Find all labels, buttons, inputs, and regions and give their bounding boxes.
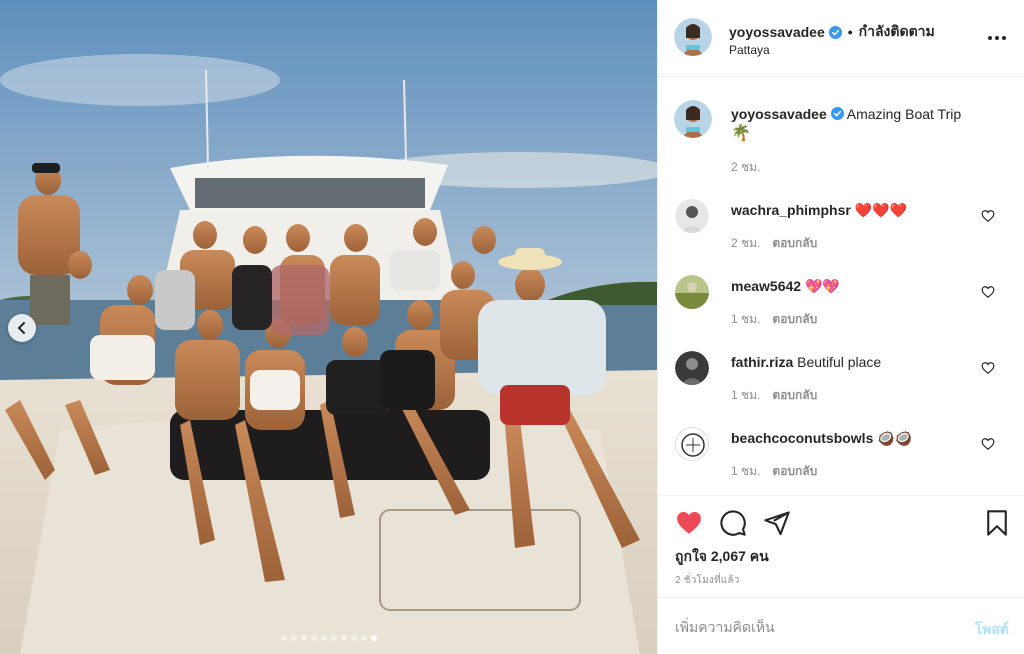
- post-sidebar: yoyossavadee • กำลังติดตาม Pattaya yoyos…: [657, 0, 1024, 654]
- post-photo[interactable]: [0, 0, 657, 654]
- commenter-avatar[interactable]: [675, 351, 709, 385]
- comment-text: meaw5642 💖💖: [731, 277, 840, 295]
- ellipsis-icon: [988, 36, 992, 40]
- carousel-dot: [300, 635, 307, 641]
- comment-username[interactable]: meaw5642: [731, 278, 801, 294]
- author-avatar-small[interactable]: [674, 100, 712, 138]
- caption-body: Amazing Boat Trip: [846, 106, 962, 122]
- carousel-dot: [320, 635, 327, 641]
- comment-time[interactable]: 2 ชม.: [731, 234, 760, 253]
- comment-username[interactable]: wachra_phimphsr: [731, 202, 851, 218]
- comment-input[interactable]: [675, 616, 945, 638]
- comment-composer: โพสต์: [658, 597, 1024, 654]
- boat-group-photo: [0, 0, 657, 654]
- author-username[interactable]: yoyossavadee: [729, 24, 825, 40]
- comment-text: beachcoconutsbowls 🥥🥥: [731, 429, 912, 447]
- carousel-dot: [330, 635, 337, 641]
- comment-row: beachcoconutsbowls 🥥🥥 1 ชม. ตอบกลับ: [658, 425, 1024, 485]
- post-location[interactable]: Pattaya: [729, 43, 770, 57]
- reply-button[interactable]: ตอบกลับ: [772, 234, 817, 253]
- comment-time[interactable]: 1 ชม.: [731, 310, 760, 329]
- comment-body: 🥥🥥: [877, 430, 913, 446]
- comment-text: fathir.riza Beutiful place: [731, 353, 881, 371]
- reply-button[interactable]: ตอบกลับ: [772, 310, 817, 329]
- comment-time[interactable]: 1 ชม.: [731, 386, 760, 405]
- comment-meta: 1 ชม. ตอบกลับ: [731, 310, 817, 329]
- speech-bubble-icon[interactable]: [719, 509, 747, 537]
- likes-count[interactable]: ถูกใจ 2,067 คน: [675, 546, 769, 568]
- carousel-dot: [360, 635, 367, 641]
- more-options-button[interactable]: [988, 30, 1008, 46]
- comment-meta: 2 ชม. ตอบกลับ: [731, 234, 817, 253]
- carousel-dot: [290, 635, 297, 641]
- caption-emoji: 🌴: [731, 125, 751, 142]
- post-header: yoyossavadee • กำลังติดตาม Pattaya: [658, 0, 1024, 77]
- caption-time[interactable]: 2 ชม.: [731, 158, 760, 177]
- comment-row: meaw5642 💖💖 1 ชม. ตอบกลับ: [658, 273, 1024, 333]
- comment-username[interactable]: beachcoconutsbowls: [731, 430, 873, 446]
- commenter-avatar[interactable]: [675, 427, 709, 461]
- carousel-dot: [310, 635, 317, 641]
- comment-username[interactable]: fathir.riza: [731, 354, 793, 370]
- carousel-prev-button[interactable]: [8, 314, 36, 342]
- commenter-avatar[interactable]: [675, 199, 709, 233]
- comment-body: 💖💖: [804, 278, 840, 294]
- comment-meta: 1 ชม. ตอบกลับ: [731, 386, 817, 405]
- comment-body: Beutiful place: [797, 354, 882, 370]
- verified-badge-icon: [828, 25, 842, 39]
- follow-status-button[interactable]: กำลังติดตาม: [859, 21, 935, 43]
- carousel-dot: [370, 635, 377, 641]
- comments-list[interactable]: yoyossavadee Amazing Boat Trip 🌴 2 ชม. w…: [658, 77, 1024, 495]
- paper-plane-icon[interactable]: [763, 509, 791, 537]
- carousel-indicator: [0, 635, 657, 641]
- post-timestamp[interactable]: 2 ชั่วโมงที่แล้ว: [675, 573, 740, 588]
- comment-row: wachra_phimphsr ❤️❤️❤️ 2 ชม. ตอบกลับ: [658, 197, 1024, 257]
- caption-meta: 2 ชม.: [731, 158, 760, 177]
- verified-badge-icon: [830, 107, 844, 120]
- comment-text: wachra_phimphsr ❤️❤️❤️: [731, 201, 907, 219]
- bookmark-icon[interactable]: [983, 509, 1011, 537]
- comment-meta: 1 ชม. ตอบกลับ: [731, 462, 817, 481]
- commenter-avatar[interactable]: [675, 275, 709, 309]
- heart-outline-icon[interactable]: [981, 361, 995, 375]
- heart-outline-icon[interactable]: [981, 209, 995, 223]
- author-avatar[interactable]: [674, 18, 712, 56]
- post-actions: ถูกใจ 2,067 คน 2 ชั่วโมงที่แล้ว: [658, 495, 1024, 597]
- comment-row: fathir.riza Beutiful place 1 ชม. ตอบกลับ: [658, 349, 1024, 409]
- carousel-dot: [280, 635, 287, 641]
- heart-filled-icon[interactable]: [675, 509, 703, 537]
- post-comment-button[interactable]: โพสต์: [975, 619, 1009, 641]
- reply-button[interactable]: ตอบกลับ: [772, 462, 817, 481]
- heart-outline-icon[interactable]: [981, 285, 995, 299]
- carousel-dot: [340, 635, 347, 641]
- reply-button[interactable]: ตอบกลับ: [772, 386, 817, 405]
- caption-username[interactable]: yoyossavadee: [731, 106, 827, 122]
- heart-outline-icon[interactable]: [981, 437, 995, 451]
- comment-time[interactable]: 1 ชม.: [731, 462, 760, 481]
- separator-dot: •: [847, 24, 853, 40]
- carousel-dot: [350, 635, 357, 641]
- caption-text: yoyossavadee Amazing Boat Trip: [731, 105, 961, 123]
- caption-row: yoyossavadee Amazing Boat Trip 🌴 2 ชม.: [658, 100, 1024, 180]
- author-line: yoyossavadee • กำลังติดตาม: [729, 21, 935, 43]
- chevron-left-icon: [18, 322, 25, 334]
- comment-body: ❤️❤️❤️: [854, 202, 908, 218]
